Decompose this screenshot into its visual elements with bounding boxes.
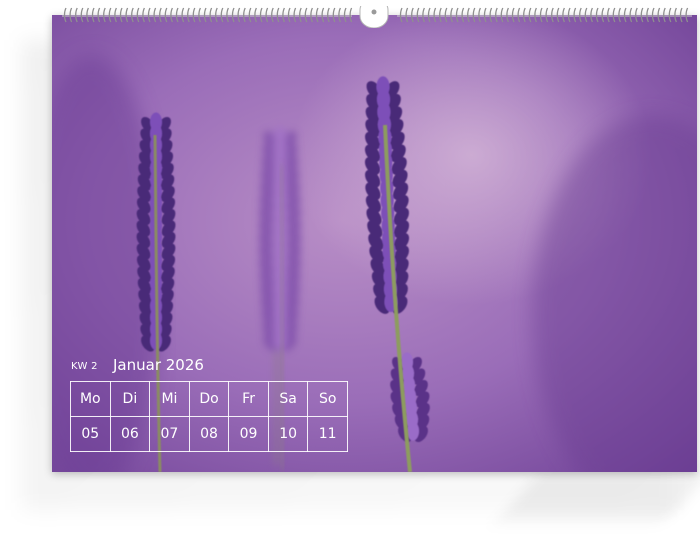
- week-number: KW 2: [71, 361, 98, 372]
- week-grid: Mo Di Mi Do Fr Sa So 05 06 07 08 09 10 1…: [70, 381, 348, 452]
- date-cell: 05: [70, 416, 111, 452]
- date-cell: 08: [188, 416, 230, 452]
- date-cell: 06: [109, 416, 151, 452]
- weekday-cell: Mo: [70, 381, 111, 417]
- weekday-cell: Sa: [267, 381, 309, 417]
- weekday-cell: Fr: [228, 381, 269, 417]
- weekday-cell: Do: [188, 381, 230, 417]
- date-cell: 10: [267, 416, 309, 452]
- weekday-cell: Mi: [149, 381, 190, 417]
- date-cell: 07: [149, 416, 190, 452]
- date-row: 05 06 07 08 09 10 11: [70, 416, 348, 452]
- date-cell: 11: [307, 416, 348, 452]
- spiral-binding: [62, 6, 692, 28]
- date-cell: 09: [228, 416, 269, 452]
- weekday-row: Mo Di Mi Do Fr Sa So: [70, 381, 348, 417]
- month-title: Januar 2026: [113, 356, 204, 374]
- weekday-cell: So: [307, 381, 348, 417]
- weekday-cell: Di: [109, 381, 151, 417]
- calendar-mockup: KW 2 Januar 2026 Mo Di Mi Do Fr Sa So 05…: [0, 0, 700, 535]
